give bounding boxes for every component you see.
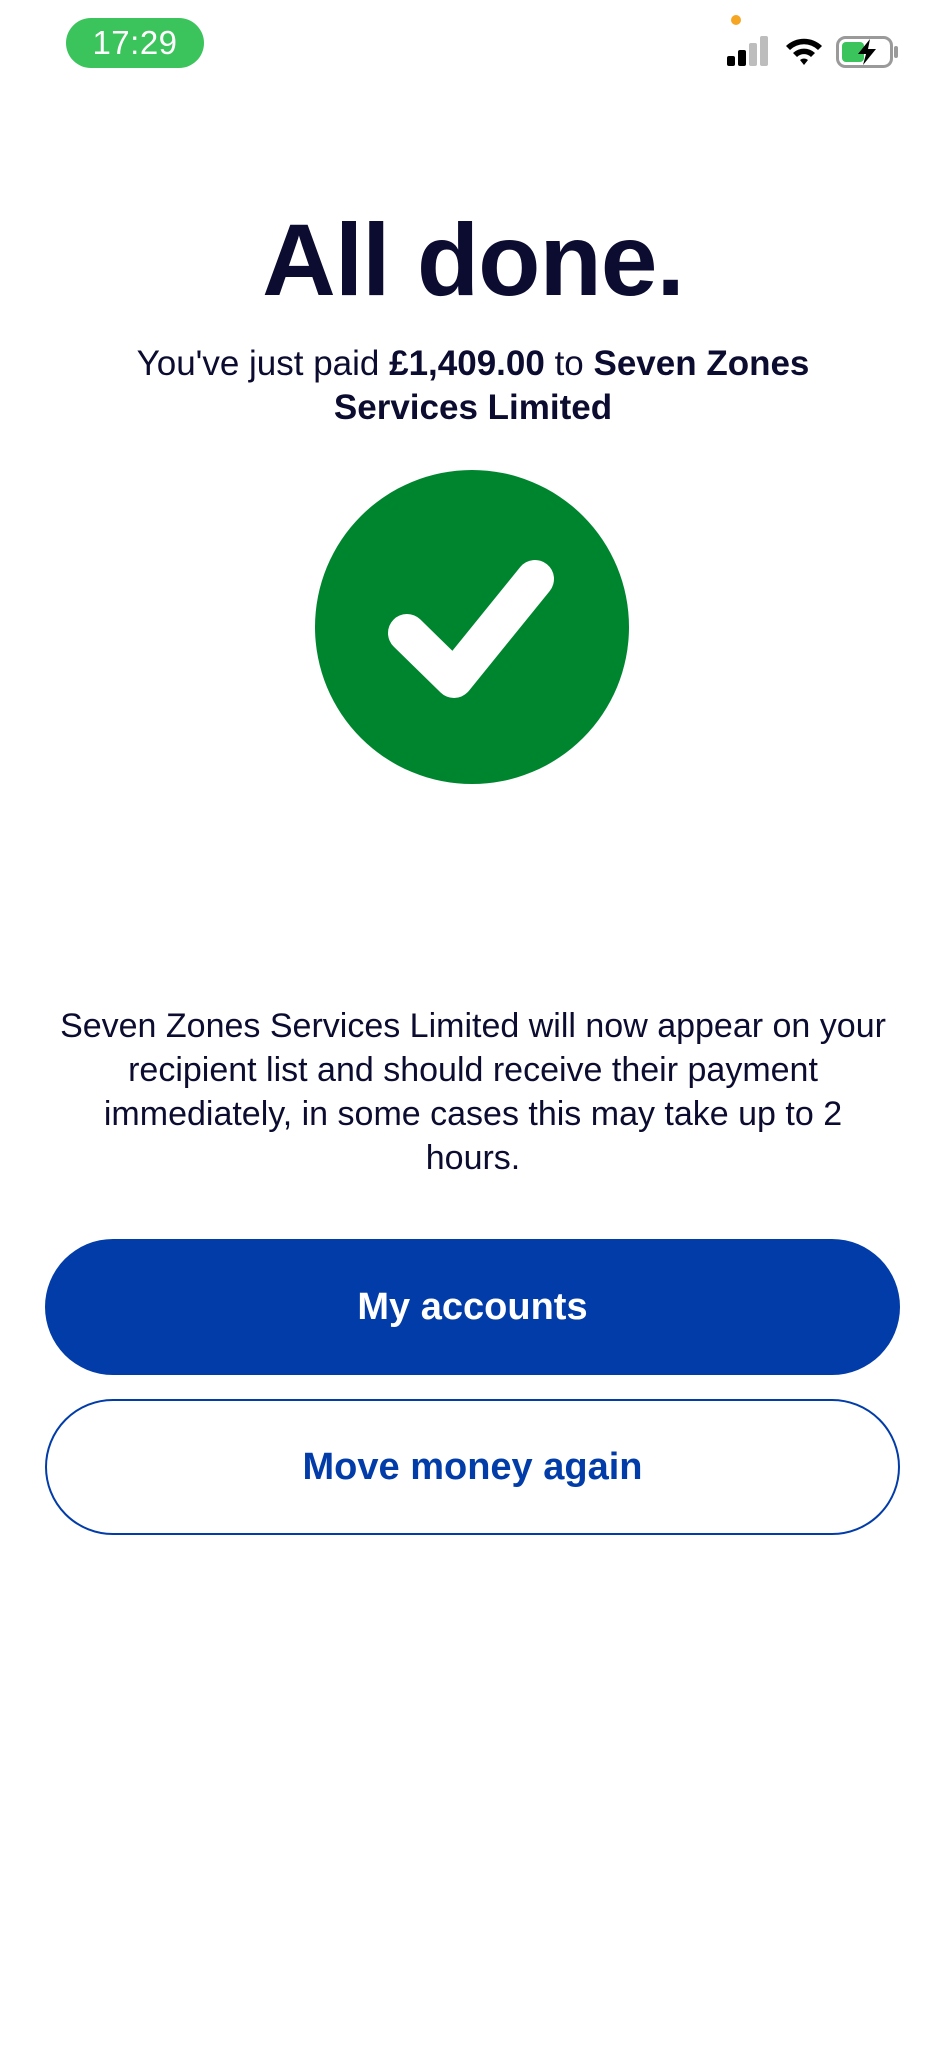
payment-summary-connector: to [544,344,594,383]
recipient-info-text: Seven Zones Services Limited will now ap… [60,1007,886,1177]
checkmark-circle-icon [315,470,629,784]
payment-summary: You've just paid £1,409.00 to Seven Zone… [110,342,836,430]
signal-icon [727,36,768,66]
move-money-again-button[interactable]: Move money again [45,1399,900,1535]
privacy-indicator-dot [731,15,741,25]
my-accounts-button[interactable]: My accounts [45,1239,900,1375]
payment-amount: £1,409.00 [389,344,545,383]
wifi-icon [786,38,822,65]
page-title: All done. [262,203,685,317]
status-bar: 17:29 [0,0,946,100]
status-time: 17:29 [66,18,204,68]
battery-charging-icon [836,36,898,68]
payment-summary-prefix: You've just paid [136,344,390,383]
